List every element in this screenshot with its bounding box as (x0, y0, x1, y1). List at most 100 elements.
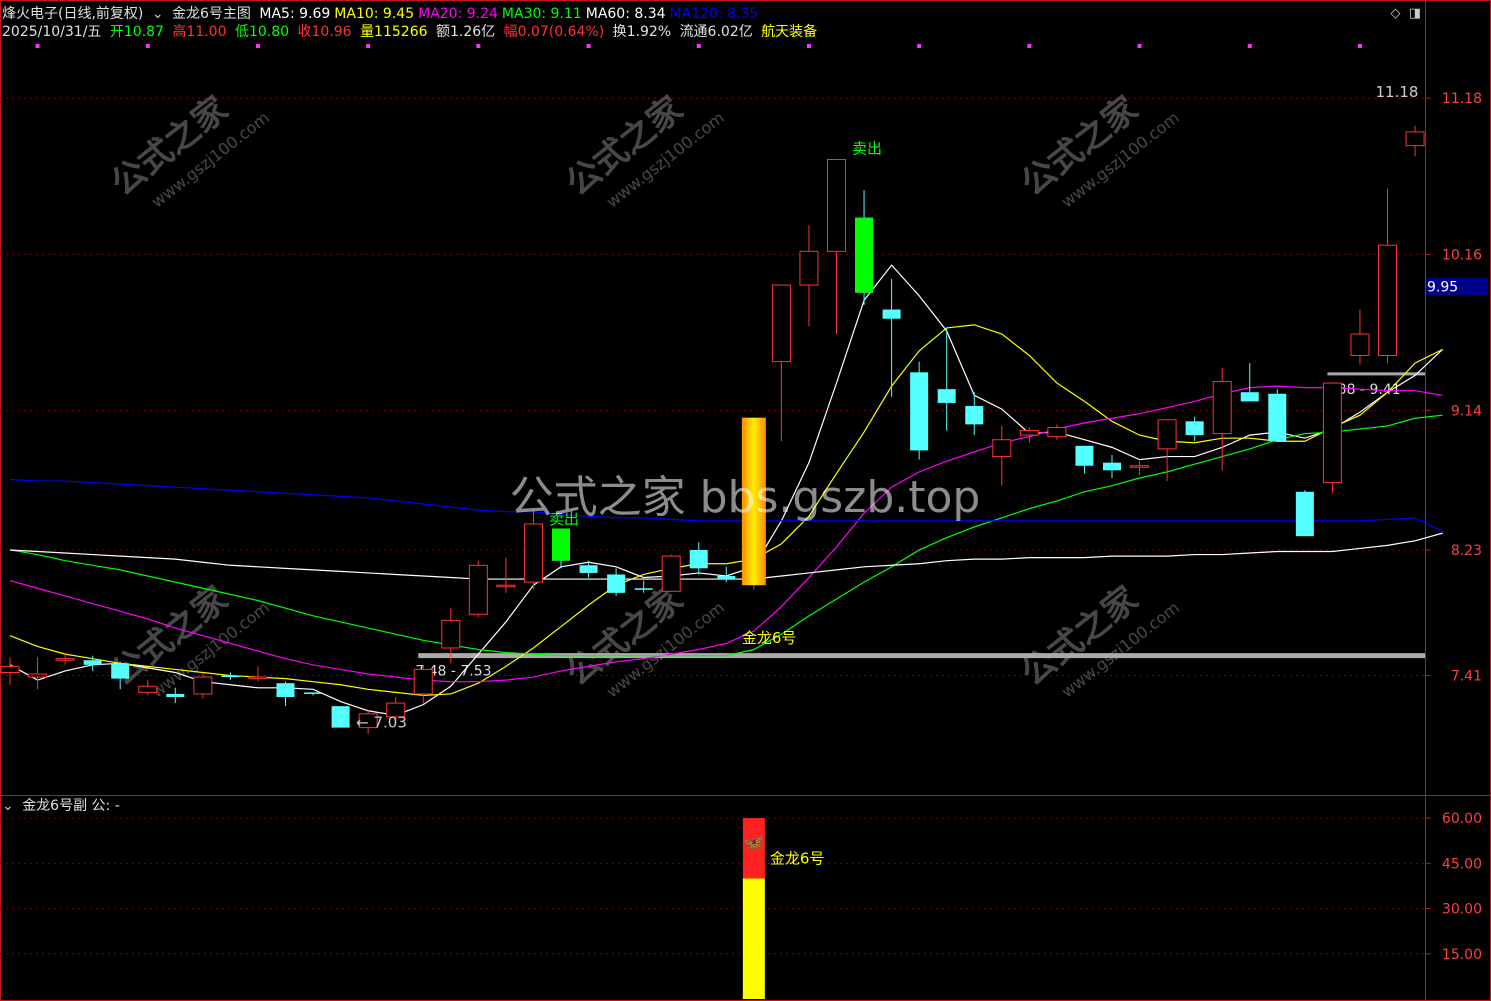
watermark-tile: 公式之家www.gszj100.com (104, 89, 273, 212)
signal-dot (1247, 44, 1252, 48)
quote-date: 2025/10/31/五 (2, 24, 102, 40)
y-tick-label: 10.16 (1442, 247, 1482, 263)
y-tick-label: 11.18 (1442, 91, 1482, 107)
butterfly-icon: 🦋 (744, 833, 764, 852)
candle-body-up (1212, 381, 1232, 435)
indicator-name[interactable]: 金龙6号主图 (172, 6, 251, 22)
quote-sector[interactable]: 航天装备 (761, 24, 817, 40)
candle-body-down (579, 565, 598, 573)
ma-value-2: MA20: 9.24 (418, 6, 498, 22)
candle-body-down (83, 660, 102, 665)
ma-value-3: MA30: 9.11 (501, 6, 582, 22)
sub-panel-header: ⌄ 金龙6号副 公: - (2, 797, 124, 815)
candle-body-down (689, 549, 708, 569)
candle-body-up (1130, 465, 1150, 468)
annotation-label: 11.18 (1376, 83, 1419, 101)
quote-low: 低10.80 (234, 24, 290, 40)
signal-dot (1357, 44, 1362, 48)
price-tag-label: 9.95 (1427, 280, 1458, 296)
y-tick-label: 9.14 (1451, 404, 1482, 420)
candle-body-down (910, 372, 929, 451)
sub-dropdown-icon[interactable]: ⌄ (2, 798, 14, 814)
sub-y-tick-label: 60.00 (1442, 811, 1482, 827)
quote-float-cap: 流通6.02亿 (679, 24, 753, 40)
layout-toggle-icon[interactable]: ◨ (1409, 6, 1421, 21)
candle-body-up (28, 673, 48, 678)
candle-body-up (661, 555, 681, 592)
quote-volume: 量115266 (360, 24, 428, 40)
candle-body-up (413, 668, 433, 695)
signal-dot (586, 44, 591, 48)
sell-candle-body (855, 217, 874, 293)
signal-dot (366, 44, 371, 48)
annotation-label: ← 7.03 (356, 714, 407, 732)
ma-value-5: MA120: 8.35 (669, 6, 759, 22)
candle-body-down (221, 675, 240, 678)
candle-body-up (827, 158, 846, 252)
watermark-tile: 公式之家www.gszj100.com (559, 89, 728, 212)
candle-body-down (1240, 392, 1259, 402)
candle-body-down (1103, 462, 1121, 471)
quote-close: 收10.96 (297, 24, 352, 40)
signal-dot (696, 44, 701, 48)
sub-bar-yellow (742, 878, 765, 999)
candle-body-up (1157, 419, 1177, 450)
header-row-1: 烽火电子(日线,前复权) ⌄ 金龙6号主图 MA5: 9.69 MA10: 9.4… (2, 5, 766, 23)
signal-dot (1137, 44, 1142, 48)
candle-body-down (882, 309, 901, 319)
stock-name[interactable]: 烽火电子(日线,前复权) (2, 6, 143, 22)
signal-dot (145, 44, 150, 48)
candle-body-up (799, 250, 819, 286)
signal-dot (35, 44, 40, 48)
candle-body-down (166, 693, 185, 697)
quote-high: 高11.00 (172, 24, 227, 40)
candle-body-down (1295, 491, 1314, 537)
candle-body-up (0, 665, 20, 673)
ma-value-0: MA5: 9.69 (259, 6, 331, 22)
quote-amount: 额1.26亿 (435, 24, 496, 40)
signal-dot (806, 44, 811, 48)
kline-chart[interactable]: 7.41 8.23 9.14 10.16 11.18 15.00 30.00 45.00 60.… (0, 0, 1491, 1001)
candle-body-down (331, 706, 350, 728)
sell-candle-body (552, 528, 570, 561)
candle-body-up (441, 619, 461, 649)
indicator-dropdown-icon[interactable]: ⌄ (152, 6, 164, 22)
y-tick-label: 7.41 (1451, 669, 1482, 685)
candle-body-up (1350, 333, 1370, 356)
ma-line-ma30 (9, 414, 1443, 657)
quote-turnover: 换1.92% (612, 24, 672, 40)
ma-values: MA5: 9.69 MA10: 9.45 MA20: 9.24 MA30: 9.11 M… (259, 6, 762, 22)
candle-body-down (607, 574, 626, 593)
watermark-tile: 公式之家www.gszj100.com (1014, 89, 1183, 212)
candle-body-up (496, 584, 516, 588)
candle-body-up (523, 523, 543, 583)
ma-value-1: MA10: 9.45 (334, 6, 415, 22)
watermark-tile: 公式之家www.gszj100.com (1014, 579, 1183, 702)
candle-body-up (1378, 244, 1397, 356)
signal-dot (1027, 44, 1032, 48)
candle-body-down (634, 588, 653, 590)
sub-panel-title[interactable]: 金龙6号副 公: - (22, 798, 120, 814)
candle-body-down (717, 576, 736, 580)
candle-body-down (965, 406, 984, 425)
candle-body-down (937, 389, 956, 403)
watermark-tile: 公式之家www.gszj100.com (104, 579, 273, 702)
annotation-label: 卖出 (852, 139, 882, 157)
signal-dot (255, 44, 260, 48)
candle-body-down (1075, 445, 1094, 466)
quote-open: 开10.87 (109, 24, 164, 40)
sub-signal-label: 金龙6号 (770, 849, 825, 867)
y-tick-label: 8.23 (1451, 543, 1482, 559)
sub-y-tick-label: 45.00 (1442, 856, 1482, 872)
center-watermark: 公式之家 bbs.gszb.top (510, 472, 981, 523)
candle-body-down (111, 663, 130, 679)
window-controls: ◇ ◨ (1390, 6, 1421, 21)
candle-body-up (1405, 131, 1425, 147)
candle-body-up (248, 676, 268, 680)
candle-body-down (1185, 421, 1204, 436)
candle-body-up (771, 284, 791, 363)
candle-body-down (304, 692, 323, 694)
candle-body-down (1268, 393, 1287, 442)
diamond-icon[interactable]: ◇ (1390, 6, 1400, 21)
sub-y-tick-label: 30.00 (1442, 902, 1482, 918)
